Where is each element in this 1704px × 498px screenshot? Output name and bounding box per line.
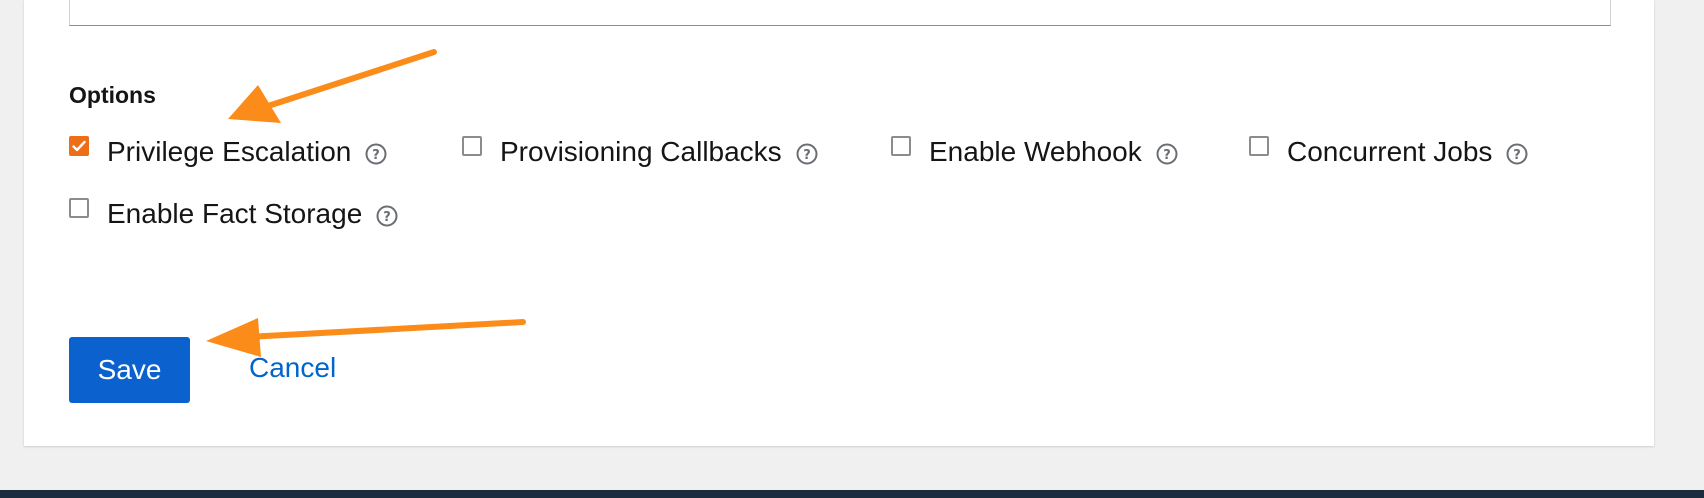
enable-webhook-label[interactable]: Enable Webhook (929, 136, 1142, 168)
provisioning-callbacks-label[interactable]: Provisioning Callbacks (500, 136, 782, 168)
question-circle-icon[interactable]: ? (1506, 143, 1528, 165)
question-circle-icon[interactable]: ? (1156, 143, 1178, 165)
svg-text:?: ? (1514, 148, 1522, 163)
option-enable-webhook[interactable]: Enable Webhook ? (891, 136, 1178, 168)
privilege-escalation-label[interactable]: Privilege Escalation (107, 136, 351, 168)
option-provisioning-callbacks[interactable]: Provisioning Callbacks ? (462, 136, 818, 168)
svg-text:?: ? (384, 210, 392, 225)
save-button[interactable]: Save (69, 337, 190, 403)
privilege-escalation-checkbox[interactable] (69, 136, 89, 156)
checkmark-icon (72, 140, 86, 152)
enable-webhook-checkbox[interactable] (891, 136, 911, 156)
svg-text:?: ? (803, 148, 811, 163)
question-circle-icon[interactable]: ? (376, 205, 398, 227)
svg-text:?: ? (1163, 148, 1171, 163)
question-circle-icon[interactable]: ? (796, 143, 818, 165)
option-privilege-escalation[interactable]: Privilege Escalation ? (69, 136, 387, 168)
question-circle-icon[interactable]: ? (365, 143, 387, 165)
option-concurrent-jobs[interactable]: Concurrent Jobs ? (1249, 136, 1528, 168)
svg-text:?: ? (373, 148, 381, 163)
cancel-button[interactable]: Cancel (249, 352, 336, 384)
previous-field-box[interactable] (69, 0, 1611, 26)
option-enable-fact-storage[interactable]: Enable Fact Storage ? (69, 198, 398, 230)
enable-fact-storage-label[interactable]: Enable Fact Storage (107, 198, 362, 230)
provisioning-callbacks-checkbox[interactable] (462, 136, 482, 156)
options-heading: Options (69, 82, 156, 108)
footer-bar (0, 490, 1704, 498)
concurrent-jobs-label[interactable]: Concurrent Jobs (1287, 136, 1492, 168)
enable-fact-storage-checkbox[interactable] (69, 198, 89, 218)
concurrent-jobs-checkbox[interactable] (1249, 136, 1269, 156)
